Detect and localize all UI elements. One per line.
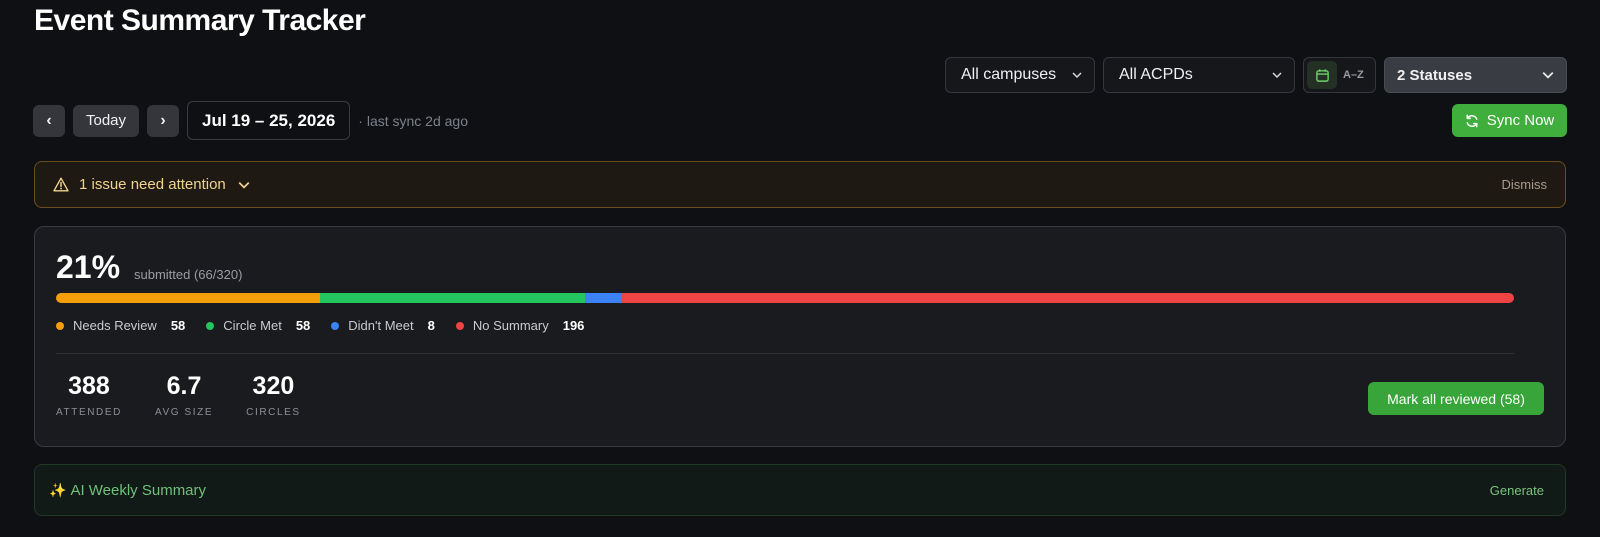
legend-count: 196 (562, 318, 585, 333)
status-bar-segment (320, 293, 585, 303)
legend-dot-icon (206, 321, 215, 330)
ai-weekly-summary-panel: ✨ AI Weekly Summary Generate (34, 464, 1566, 516)
legend-item: Circle Met 58 (206, 318, 310, 333)
stats-row: 388 ATTENDED 6.7 AVG SIZE 320 CIRCLES (56, 372, 334, 418)
legend-count: 8 (427, 318, 435, 333)
legend-count: 58 (170, 318, 186, 333)
stat-value: 388 (68, 372, 110, 400)
sync-now-label: Sync Now (1486, 112, 1555, 129)
dismiss-button[interactable]: Dismiss (1502, 177, 1548, 192)
status-select[interactable]: 2 Statuses (1384, 57, 1567, 93)
calendar-icon (1315, 68, 1329, 82)
status-progress-bar (56, 293, 1514, 303)
campus-select-value: All campuses (961, 66, 1057, 83)
ai-summary-title: AI Weekly Summary (70, 481, 207, 499)
prev-week-button[interactable]: ‹ (33, 104, 65, 137)
last-sync-text: · last sync 2d ago (358, 112, 469, 129)
campus-select[interactable]: All campuses (945, 57, 1095, 93)
alert-toggle[interactable]: 1 issue need attention (79, 176, 226, 193)
acpd-select[interactable]: All ACPDs (1103, 57, 1295, 93)
legend-item: Didn't Meet 8 (331, 318, 435, 333)
attention-alert: 1 issue need attention Dismiss (34, 161, 1566, 208)
legend-dot-icon (455, 321, 464, 330)
legend-dot-icon (56, 321, 64, 330)
legend-label: Circle Met (223, 318, 282, 333)
legend-count: 58 (295, 318, 311, 333)
stat-value: 320 (252, 372, 295, 400)
legend-dot-icon (331, 321, 340, 330)
page-title: Event Summary Tracker (34, 4, 366, 37)
submitted-count: submitted (66/320) (134, 267, 243, 282)
legend-label: Didn't Meet (348, 318, 414, 333)
stat-value: 6.7 (166, 372, 202, 400)
status-bar-segment (620, 293, 1514, 303)
sparkles-icon: ✨ (49, 481, 67, 498)
status-bar-segment (584, 293, 621, 303)
refresh-icon (1466, 114, 1478, 127)
chevron-down-icon (1272, 72, 1282, 79)
filter-bar: All campuses All ACPDs A–Z 2 Statuses (945, 57, 1567, 93)
generate-button[interactable]: Generate (1490, 483, 1551, 498)
sort-alpha-button[interactable]: A–Z (1343, 69, 1364, 81)
stat-avg-size: 6.7 AVG SIZE (155, 372, 213, 418)
chevron-down-icon[interactable] (238, 179, 250, 191)
sync-now-button[interactable]: Sync Now (1452, 104, 1567, 137)
status-bar-segment (56, 293, 321, 303)
today-button[interactable]: Today (73, 104, 139, 137)
next-week-button[interactable]: › (147, 104, 179, 137)
stat-attended: 388 ATTENDED (56, 372, 122, 418)
date-navigation: ‹ Today › Jul 19 – 25, 2026 · last sync … (33, 101, 468, 140)
chevron-down-icon (1072, 72, 1082, 79)
submitted-percent: 21% (56, 249, 121, 285)
warning-icon (53, 177, 69, 192)
legend-label: No Summary (472, 318, 549, 333)
stat-label: AVG SIZE (154, 407, 214, 418)
chevron-down-icon (1542, 71, 1554, 79)
date-range-picker[interactable]: Jul 19 – 25, 2026 (187, 101, 351, 140)
stat-label: CIRCLES (246, 407, 301, 418)
divider (56, 353, 1514, 354)
sort-toggle: A–Z (1303, 57, 1376, 93)
summary-card: 21% submitted (66/320) Needs Review 58 Cir… (34, 226, 1566, 447)
status-legend: Needs Review 58 Circle Met 58 Didn't Meet 8 No… (56, 318, 605, 333)
legend-item: Needs Review 58 (56, 318, 185, 333)
sort-by-date-button[interactable] (1307, 61, 1337, 89)
legend-item: No Summary 196 (455, 318, 585, 333)
stat-label: ATTENDED (56, 407, 122, 418)
stat-circles: 320 CIRCLES (246, 372, 301, 418)
status-select-value: 2 Statuses (1397, 66, 1473, 84)
acpd-select-value: All ACPDs (1119, 66, 1193, 83)
legend-label: Needs Review (73, 318, 157, 333)
mark-all-reviewed-button[interactable]: Mark all reviewed (58) (1368, 382, 1544, 415)
